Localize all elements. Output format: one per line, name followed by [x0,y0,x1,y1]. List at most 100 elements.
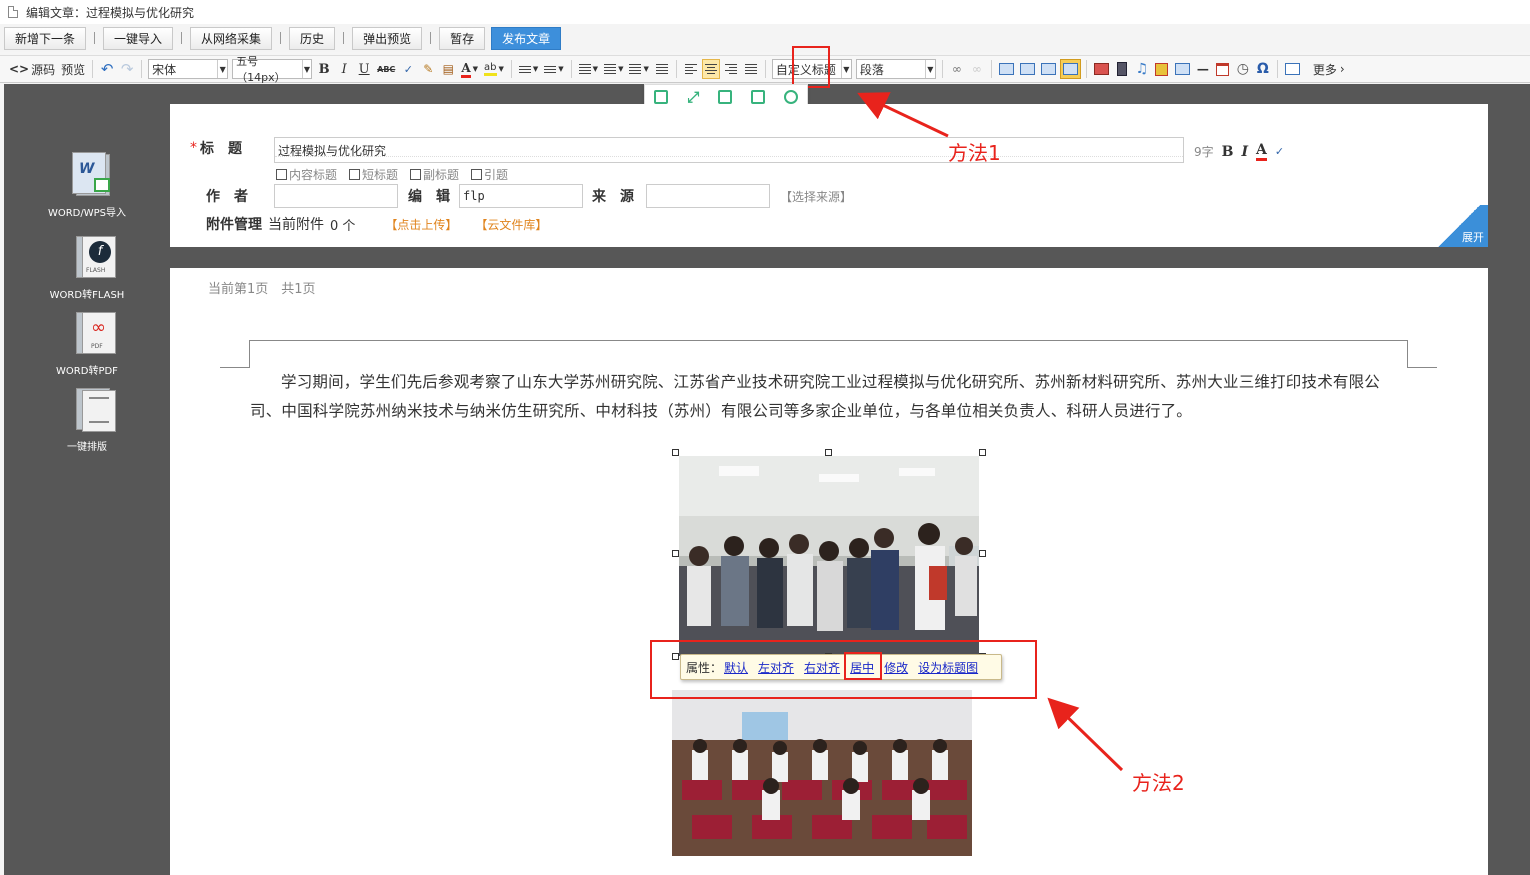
publish-button[interactable]: 发布文章 [491,26,562,50]
font-size-select[interactable]: 五号（14px） ▼ [232,55,313,84]
subtitle-checkbox[interactable]: 副标题 [410,166,459,183]
more-button[interactable]: 更多 › [1311,59,1347,79]
redo-icon[interactable]: ↷ [118,59,136,79]
unlink-icon[interactable]: ∞ [968,59,986,79]
method2-label: 方法2 [1132,771,1185,795]
bold-button[interactable]: B [315,59,333,79]
lead-title-checkbox[interactable]: 引题 [471,166,508,183]
word-import-tool[interactable]: W WORD/WPS导入 [47,150,127,219]
editor-input[interactable]: flp [459,184,583,208]
align-left-icon[interactable] [682,59,700,79]
separator [343,32,345,44]
link-icon[interactable]: ∞ [948,59,966,79]
line-spacing-top-icon[interactable]: ▼ [577,59,600,79]
select-source-link[interactable]: 【选择来源】 [780,188,852,205]
insert-time-icon[interactable]: ◷ [1234,59,1252,79]
italic-button[interactable]: I [335,59,353,79]
insert-date-icon[interactable] [1214,59,1232,79]
insert-video-icon[interactable] [1113,59,1131,79]
word-to-flash-tool[interactable]: f FLASH WORD转FLASH [47,232,127,301]
title-input[interactable]: 过程模拟与优化研究 [274,137,1184,163]
image-none-icon[interactable] [997,59,1016,79]
horizontal-rule-icon[interactable]: — [1194,59,1212,79]
word-to-pdf-tool[interactable]: ∞ PDF WORD转PDF [47,308,127,377]
share-icon[interactable] [750,90,765,104]
settings-icon[interactable] [783,90,798,104]
source-button[interactable]: <> 源码 [7,59,57,79]
align-justify-icon[interactable] [742,59,760,79]
underline-button[interactable]: U [355,59,373,79]
insert-image-icon[interactable] [1092,59,1111,79]
separator [675,60,677,78]
expand-toggle[interactable]: 展开 [1430,205,1488,247]
undo-icon[interactable]: ↶ [98,59,116,79]
title-italic-button[interactable]: I [1241,144,1248,160]
highlight-color-icon[interactable]: ab ▼ [482,59,506,79]
image-left-icon[interactable] [1018,59,1037,79]
author-label: 作 者 [206,189,248,205]
cloud-library-link[interactable]: 【云文件库】 [475,216,547,233]
align-center-icon[interactable] [701,59,720,79]
one-click-import-button[interactable]: 一键导入 [103,26,174,50]
unordered-list-icon[interactable]: ▼ [542,59,565,79]
save-draft-button[interactable]: 暂存 [439,26,486,50]
resize-handle-ml[interactable] [672,550,679,557]
popup-preview-button[interactable]: 弹出预览 [352,26,423,50]
author-input[interactable] [274,184,398,208]
margin-corner-left [220,340,250,368]
image-right-icon[interactable] [1039,59,1058,79]
resize-handle-tm[interactable] [825,449,832,456]
image-center-icon[interactable] [1059,59,1081,79]
ordered-list-icon[interactable]: ▼ [517,59,540,79]
separator [941,60,943,78]
chevron-right-icon: › [1339,62,1345,76]
resize-handle-tl[interactable] [672,449,679,456]
title-style-icon[interactable]: ✓ [1275,145,1284,158]
add-next-button[interactable]: 新增下一条 [4,26,87,50]
indent-icon[interactable] [653,59,671,79]
page-icon[interactable] [654,90,669,104]
preview-button[interactable]: 预览 [59,59,87,79]
article-photo-1[interactable] [679,456,979,656]
align-right-icon[interactable] [722,59,740,79]
short-title-checkbox[interactable]: 短标题 [349,166,398,183]
strikethrough-button[interactable]: ABC [375,59,397,79]
resize-handle-tr[interactable] [979,449,986,456]
title-color-icon[interactable]: A [1256,142,1267,161]
one-click-layout-tool[interactable]: 一键排版 [47,384,127,453]
save-icon[interactable] [718,90,732,104]
insert-template-icon[interactable] [1173,59,1192,79]
line-spacing-bottom-icon[interactable]: ▼ [602,59,625,79]
separator [764,60,766,78]
separator [94,32,96,44]
flash-icon: f FLASH [62,232,116,282]
insert-map-icon[interactable] [1153,59,1171,79]
separator [1085,60,1087,78]
web-collect-button[interactable]: 从网络采集 [190,26,273,50]
content-title-checkbox[interactable]: 内容标题 [276,166,337,183]
title-ruler [275,156,1183,162]
autotype-icon[interactable]: ✓ [399,59,417,79]
insert-table-icon[interactable] [1283,59,1302,79]
chevron-down-icon: ▼ [924,60,935,78]
special-char-icon[interactable]: Ω [1254,59,1272,79]
history-button[interactable]: 历史 [289,26,336,50]
resize-handle-mr[interactable] [979,550,986,557]
font-color-icon[interactable]: A ▼ [459,59,480,79]
format-painter-icon[interactable]: ✎ [419,59,437,79]
upload-link[interactable]: 【点击上传】 [385,216,457,233]
source-input[interactable] [646,184,770,208]
window-title: 编辑文章：过程模拟与优化研究 [26,5,195,20]
document-icon [8,6,18,18]
font-family-select[interactable]: 宋体 ▼ [148,59,229,79]
title-bold-button[interactable]: B [1222,144,1234,160]
window-title-bar: 编辑文章：过程模拟与优化研究 [0,0,1530,24]
separator [570,60,572,78]
paragraph-select[interactable]: 段落 ▼ [855,59,936,79]
insert-music-icon[interactable]: ♫ [1133,59,1151,79]
line-height-icon[interactable]: ▼ [627,59,650,79]
article-photo-2[interactable] [672,690,972,856]
photo-1-image [679,456,979,656]
paste-text-icon[interactable]: ▤ [439,59,457,79]
article-paragraph[interactable]: 学习期间，学生们先后参观考察了山东大学苏州研究院、江苏省产业技术研究院工业过程模… [250,368,1402,426]
